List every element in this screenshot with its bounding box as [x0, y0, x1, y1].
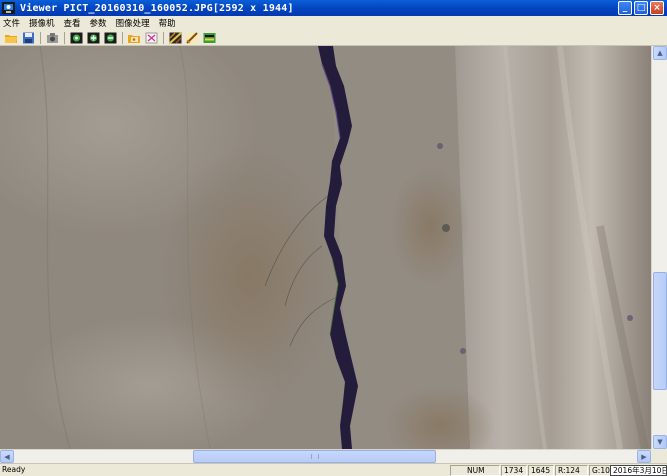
menu-params[interactable]: 参数 — [90, 17, 107, 29]
toolbar-separator — [122, 31, 123, 44]
image-select-icon[interactable] — [144, 31, 158, 44]
folder-image-icon[interactable] — [127, 31, 141, 44]
menu-camera[interactable]: 摄像机 — [29, 17, 55, 29]
status-x-coordinate: 1734 — [501, 465, 527, 476]
maximize-button[interactable]: □ — [634, 1, 648, 15]
vertical-scrollbar[interactable]: ▲ ▼ — [651, 46, 667, 449]
toolbar-separator — [64, 31, 65, 44]
image-viewport[interactable] — [0, 46, 651, 449]
close-button[interactable]: × — [650, 1, 664, 15]
capture-settings-icon[interactable] — [103, 31, 117, 44]
camera-icon[interactable] — [45, 31, 59, 44]
menu-image-processing[interactable]: 图像处理 — [116, 17, 150, 29]
capture-icon[interactable] — [69, 31, 83, 44]
window-title: Viewer PICT_20160310_160052.JPG[2592 x 1… — [20, 2, 294, 14]
measure-icon[interactable] — [185, 31, 199, 44]
status-num: NUM — [450, 465, 500, 476]
scroll-up-arrow-icon[interactable]: ▲ — [653, 46, 667, 60]
scrollbar-corner — [651, 449, 667, 463]
status-y-coordinate: 1645 — [528, 465, 554, 476]
status-green-value: G:108 — [589, 465, 611, 476]
scroll-right-arrow-icon[interactable]: ▶ — [637, 450, 651, 463]
crack-image — [0, 46, 651, 449]
toolbar — [0, 30, 667, 46]
horizontal-scrollbar[interactable]: ◀ ▶ — [0, 449, 651, 463]
menu-file[interactable]: 文件 — [3, 17, 20, 29]
title-bar[interactable]: Viewer PICT_20160310_160052.JPG[2592 x 1… — [0, 0, 667, 16]
folder-open-icon[interactable] — [4, 31, 18, 44]
save-icon[interactable] — [21, 31, 35, 44]
status-bar: Ready NUM 1734 1645 R:124 G:108 2016年3月1… — [0, 463, 667, 476]
capture-add-icon[interactable] — [86, 31, 100, 44]
grip-icon — [310, 454, 319, 459]
toolbar-separator — [163, 31, 164, 44]
scroll-down-arrow-icon[interactable]: ▼ — [653, 435, 667, 449]
minimize-button[interactable]: _ — [618, 1, 632, 15]
toolbar-separator — [40, 31, 41, 44]
status-date: 2016年3月10日 — [610, 465, 667, 476]
color-adjust-icon[interactable] — [168, 31, 182, 44]
color-balance-icon[interactable] — [202, 31, 216, 44]
status-ready: Ready — [2, 465, 26, 474]
app-icon[interactable] — [2, 2, 15, 14]
menu-help[interactable]: 帮助 — [159, 17, 176, 29]
menu-view[interactable]: 查看 — [64, 17, 81, 29]
horizontal-scroll-thumb[interactable] — [193, 450, 436, 463]
vertical-scroll-thumb[interactable] — [653, 272, 667, 390]
menu-bar: 文件 摄像机 查看 参数 图像处理 帮助 — [0, 16, 667, 30]
status-red-value: R:124 — [555, 465, 588, 476]
scroll-left-arrow-icon[interactable]: ◀ — [0, 450, 14, 463]
